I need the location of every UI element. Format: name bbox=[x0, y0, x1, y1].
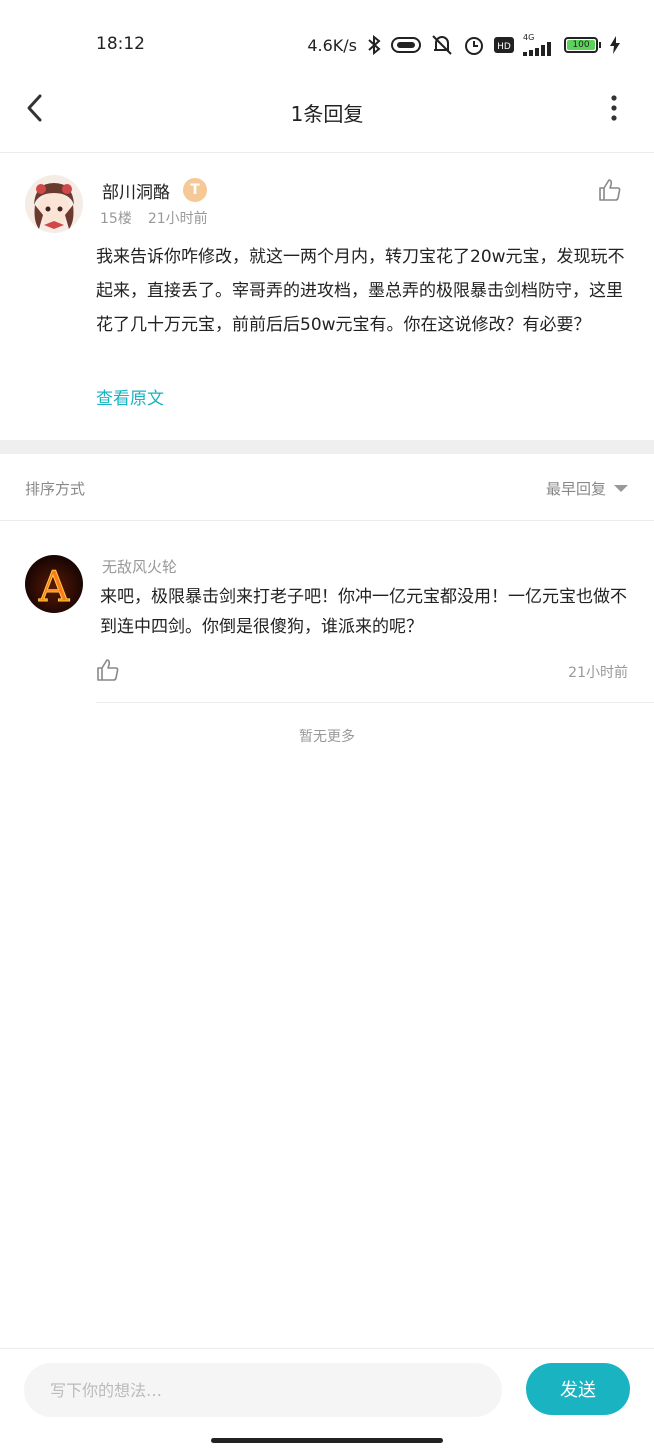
reply-author[interactable]: 无敌风火轮 bbox=[102, 556, 177, 577]
view-original-link[interactable]: 查看原文 bbox=[96, 384, 164, 409]
mute-icon bbox=[430, 34, 454, 56]
sort-bar: 排序方式 最早回复 bbox=[0, 454, 654, 521]
bluetooth-icon bbox=[366, 35, 382, 55]
author-name[interactable]: 部川洞酪 bbox=[102, 178, 170, 203]
signal-label: 4G bbox=[523, 33, 535, 42]
reply-text: 来吧，极限暴击剑来打老子吧！你冲一亿元宝都没用！一亿元宝也做不到连中四剑。你倒是… bbox=[100, 587, 627, 637]
charging-icon bbox=[610, 36, 620, 54]
main-comment: 部川洞酪 T 15楼 21小时前 我来告诉你咋修改，就这一两个月内，转刀宝花了20… bbox=[0, 152, 654, 440]
status-icons: 4.6K/s HD 4G 100 bbox=[307, 34, 620, 56]
home-indicator bbox=[211, 1438, 443, 1443]
caret-down-icon bbox=[614, 485, 628, 492]
page-title: 1条回复 bbox=[290, 102, 364, 126]
reply-item: A 无敌风火轮 来吧，极限暴击剑来打老子吧！你冲一亿元宝都没用！一亿元宝也做不到… bbox=[0, 540, 654, 703]
thumbs-up-icon bbox=[97, 659, 119, 681]
level-badge: T bbox=[183, 178, 207, 202]
reply-avatar-letter: A bbox=[38, 562, 70, 611]
network-speed: 4.6K/s bbox=[307, 35, 357, 55]
signal-icon: 4G bbox=[523, 34, 555, 56]
send-button[interactable]: 发送 bbox=[526, 1363, 630, 1415]
more-button[interactable] bbox=[602, 92, 626, 124]
comment-text: 我来告诉你咋修改，就这一两个月内，转刀宝花了20w元宝，发现玩不起来，直接丢了。… bbox=[96, 247, 625, 335]
comment-meta: 15楼 21小时前 bbox=[100, 208, 208, 228]
reply-time: 21小时前 bbox=[568, 665, 628, 681]
avatar[interactable] bbox=[25, 175, 83, 233]
top-bar: 1条回复 bbox=[0, 76, 654, 153]
status-time: 18:12 bbox=[96, 34, 145, 54]
sort-label: 排序方式 bbox=[25, 480, 86, 498]
svg-text:HD: HD bbox=[497, 42, 511, 52]
vpn-icon bbox=[391, 36, 421, 54]
thumbs-up-icon bbox=[599, 179, 621, 201]
battery-level: 100 bbox=[567, 40, 595, 50]
alarm-icon bbox=[463, 34, 485, 56]
hd-icon: HD bbox=[494, 37, 514, 53]
section-divider bbox=[0, 440, 654, 454]
like-button[interactable] bbox=[598, 178, 622, 202]
sort-select[interactable]: 最早回复 bbox=[546, 478, 628, 499]
no-more-text: 暂无更多 bbox=[299, 729, 355, 745]
more-vertical-icon bbox=[611, 95, 617, 121]
reply-avatar[interactable]: A bbox=[25, 555, 83, 613]
battery-icon: 100 bbox=[564, 37, 601, 53]
status-bar: 18:12 4.6K/s HD 4G 100 bbox=[0, 0, 654, 88]
reply-like-button[interactable] bbox=[96, 658, 120, 682]
floor-number: 15楼 bbox=[100, 211, 132, 227]
reply-divider bbox=[96, 702, 654, 703]
comment-time: 21小时前 bbox=[147, 211, 208, 227]
sort-selected-value: 最早回复 bbox=[545, 480, 606, 498]
comment-input[interactable] bbox=[24, 1363, 502, 1417]
